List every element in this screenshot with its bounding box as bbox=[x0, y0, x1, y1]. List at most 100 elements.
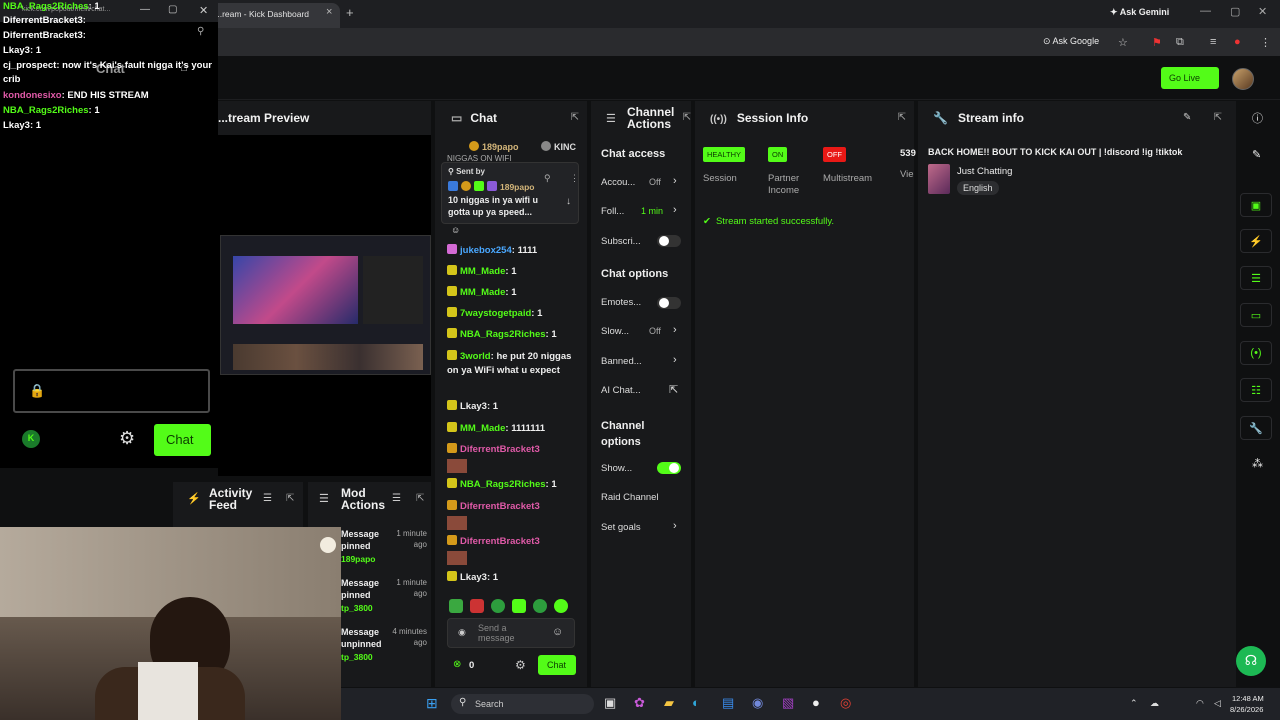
banned-words-setting[interactable]: Banned... bbox=[601, 356, 642, 367]
mod-filter-icon[interactable]: ☰ bbox=[392, 493, 401, 504]
chat-username[interactable]: Lkay3 bbox=[460, 572, 487, 583]
banned-chevron-icon[interactable]: › bbox=[673, 354, 677, 366]
taskbar-search[interactable]: ⚲ Search bbox=[451, 694, 594, 714]
chat-username[interactable]: MM_Made bbox=[460, 423, 505, 434]
mod-popout-icon[interactable]: ⇱ bbox=[416, 493, 424, 504]
taskbar-date[interactable]: 8/26/2026 bbox=[1230, 705, 1263, 714]
chat-username[interactable]: 7waystogetpaid bbox=[460, 308, 531, 319]
obs-icon[interactable]: ● bbox=[812, 695, 820, 710]
overlay-kick-icon[interactable]: K bbox=[22, 430, 40, 448]
extensions-icon[interactable]: ⧉ bbox=[1176, 36, 1184, 49]
session-info-popout-icon[interactable]: ⇱ bbox=[898, 112, 906, 123]
sidebar-list-icon[interactable]: ☰ bbox=[1240, 266, 1272, 290]
chat-message[interactable]: NBA_Rags2Riches: 1 bbox=[447, 478, 579, 492]
chrome-icon[interactable]: ◎ bbox=[840, 695, 851, 711]
mod-action-item[interactable]: Message pinned 1 minute ago 189papo bbox=[341, 528, 431, 573]
edit-layout-icon[interactable]: ✎ bbox=[1252, 148, 1261, 161]
chat-message[interactable]: MM_Made: 1111111 bbox=[447, 422, 579, 436]
account-age-chevron-icon[interactable]: › bbox=[673, 175, 677, 187]
overlay-chat-button[interactable]: Chat bbox=[154, 424, 211, 456]
chat-username[interactable]: NBA_Rags2Riches bbox=[460, 479, 546, 490]
activity-filter-icon[interactable]: ☰ bbox=[263, 493, 272, 504]
followers-setting[interactable]: Foll... bbox=[601, 206, 624, 217]
info-icon[interactable]: ⓘ bbox=[1252, 110, 1263, 126]
discord-icon[interactable]: ◉ bbox=[752, 695, 763, 711]
emoji-picker-icon[interactable]: ☺ bbox=[552, 626, 563, 638]
profile-icon[interactable]: ● bbox=[1234, 36, 1241, 48]
edge-icon[interactable]: ◐ bbox=[692, 695, 700, 710]
edit-pencil-icon[interactable]: ✎ bbox=[1183, 112, 1191, 123]
channel-actions-popout-icon[interactable]: ⇱ bbox=[683, 112, 691, 123]
sidebar-broadcast-icon[interactable]: (•) bbox=[1240, 341, 1272, 365]
sidebar-chat-icon[interactable]: ▭ bbox=[1240, 303, 1272, 327]
store-icon[interactable]: ▤ bbox=[722, 695, 734, 711]
ai-chat-external-icon[interactable]: ⇱ bbox=[669, 383, 678, 396]
stream-info-popout-icon[interactable]: ⇱ bbox=[1214, 112, 1222, 123]
slow-mode-chevron-icon[interactable]: › bbox=[673, 324, 677, 336]
set-goals-button[interactable]: Set goals bbox=[601, 522, 641, 533]
chat-message[interactable]: Lkay3: 1 bbox=[447, 571, 579, 585]
sidebar-share-icon[interactable]: ⁂ bbox=[1252, 457, 1263, 470]
extension-red-icon[interactable]: ⚑ bbox=[1152, 36, 1162, 49]
chat-username[interactable]: MM_Made bbox=[460, 287, 505, 298]
pinned-more-icon[interactable]: ⋮ bbox=[570, 173, 579, 184]
chat-username[interactable]: 3world bbox=[460, 351, 491, 362]
tray-wifi-icon[interactable]: ◠ bbox=[1196, 698, 1204, 709]
chat-message[interactable]: MM_Made: 1 bbox=[447, 265, 579, 279]
emote-1[interactable] bbox=[449, 599, 463, 613]
chat-username[interactable]: DiferrentBracket3 bbox=[460, 536, 540, 547]
chat-popout-icon[interactable]: ⇱ bbox=[571, 112, 579, 123]
chat-username[interactable]: NBA_Rags2Riches bbox=[460, 329, 546, 340]
chat-username[interactable]: Lkay3 bbox=[460, 401, 487, 412]
chat-username[interactable]: jukebox254 bbox=[460, 245, 512, 256]
ai-chat-setting[interactable]: AI Chat... bbox=[601, 385, 641, 396]
emote-4[interactable] bbox=[512, 599, 526, 613]
chat-message[interactable]: Lkay3: 1 bbox=[447, 400, 579, 414]
chat-username[interactable]: DiferrentBracket3 bbox=[460, 501, 540, 512]
chat-message[interactable]: jukebox254: 1111 bbox=[447, 244, 579, 258]
tray-chevron-icon[interactable]: ⌃ bbox=[1130, 698, 1138, 709]
minimize-icon[interactable]: — bbox=[1200, 5, 1211, 17]
chat-message[interactable]: NBA_Rags2Riches: 1 bbox=[447, 328, 579, 342]
avatar[interactable] bbox=[1232, 68, 1254, 90]
raid-channel-button[interactable]: Raid Channel bbox=[601, 492, 659, 503]
media-icon[interactable]: ≡ bbox=[1210, 36, 1216, 48]
emotes-toggle[interactable] bbox=[657, 297, 681, 309]
slow-mode-setting[interactable]: Slow... bbox=[601, 326, 629, 337]
windows-start-icon[interactable]: ⊞ bbox=[426, 695, 438, 712]
account-age-setting[interactable]: Accou... bbox=[601, 177, 635, 188]
bookmark-star-icon[interactable]: ☆ bbox=[1118, 36, 1128, 49]
chat-message[interactable]: DiferrentBracket3 bbox=[447, 535, 579, 565]
sidebar-lightning-icon[interactable]: ⚡ bbox=[1240, 229, 1272, 253]
mod-action-item[interactable]: Message unpinned 4 minutes ago tp_3800 bbox=[341, 626, 431, 671]
taskbar-time[interactable]: 12:48 AM bbox=[1232, 694, 1264, 703]
overlay-settings-icon[interactable]: ⚙ bbox=[119, 428, 135, 449]
chat-message[interactable]: 3world: he put 20 niggas on ya WiFi what… bbox=[447, 350, 579, 378]
close-window-icon[interactable]: ✕ bbox=[1258, 5, 1267, 18]
emote-2[interactable] bbox=[470, 599, 484, 613]
ask-google-button[interactable]: ⊙ Ask Google bbox=[1043, 36, 1099, 47]
copilot-icon[interactable]: ✿ bbox=[634, 695, 645, 711]
pin-toggle-icon[interactable]: ⚲ bbox=[544, 173, 551, 184]
followers-chevron-icon[interactable]: › bbox=[673, 204, 677, 216]
chat-message[interactable]: MM_Made: 1 bbox=[447, 286, 579, 300]
tray-cloud-icon[interactable]: ☁ bbox=[1150, 698, 1159, 709]
chat-message[interactable]: 7waystogetpaid: 1 bbox=[447, 307, 579, 321]
maximize-icon[interactable]: ▢ bbox=[1230, 5, 1240, 18]
mod-action-user[interactable]: tp_3800 bbox=[341, 603, 373, 613]
support-chat-icon[interactable]: ☊ bbox=[1236, 646, 1266, 676]
chat-username[interactable]: DiferrentBracket3 bbox=[460, 444, 540, 455]
chat-message[interactable]: DiferrentBracket3 bbox=[447, 500, 579, 530]
emote-3[interactable] bbox=[491, 599, 505, 613]
chat-send-button[interactable]: Chat bbox=[538, 655, 576, 675]
sidebar-stream-preview-icon[interactable]: ▣ bbox=[1240, 193, 1272, 217]
mod-action-item[interactable]: Message pinned 1 minute ago tp_3800 bbox=[341, 577, 431, 622]
new-tab-icon[interactable]: + bbox=[346, 5, 354, 20]
kick-points-icon[interactable]: ⊗ bbox=[453, 659, 461, 670]
sidebar-wrench-icon[interactable]: 🔧 bbox=[1240, 416, 1272, 440]
activity-popout-icon[interactable]: ⇱ bbox=[286, 493, 294, 504]
sidebar-actions-icon[interactable]: ☷ bbox=[1240, 378, 1272, 402]
mod-action-user[interactable]: tp_3800 bbox=[341, 652, 373, 662]
ask-gemini-button[interactable]: ✦ Ask Gemini bbox=[1110, 7, 1169, 18]
chat-username[interactable]: MM_Made bbox=[460, 266, 505, 277]
